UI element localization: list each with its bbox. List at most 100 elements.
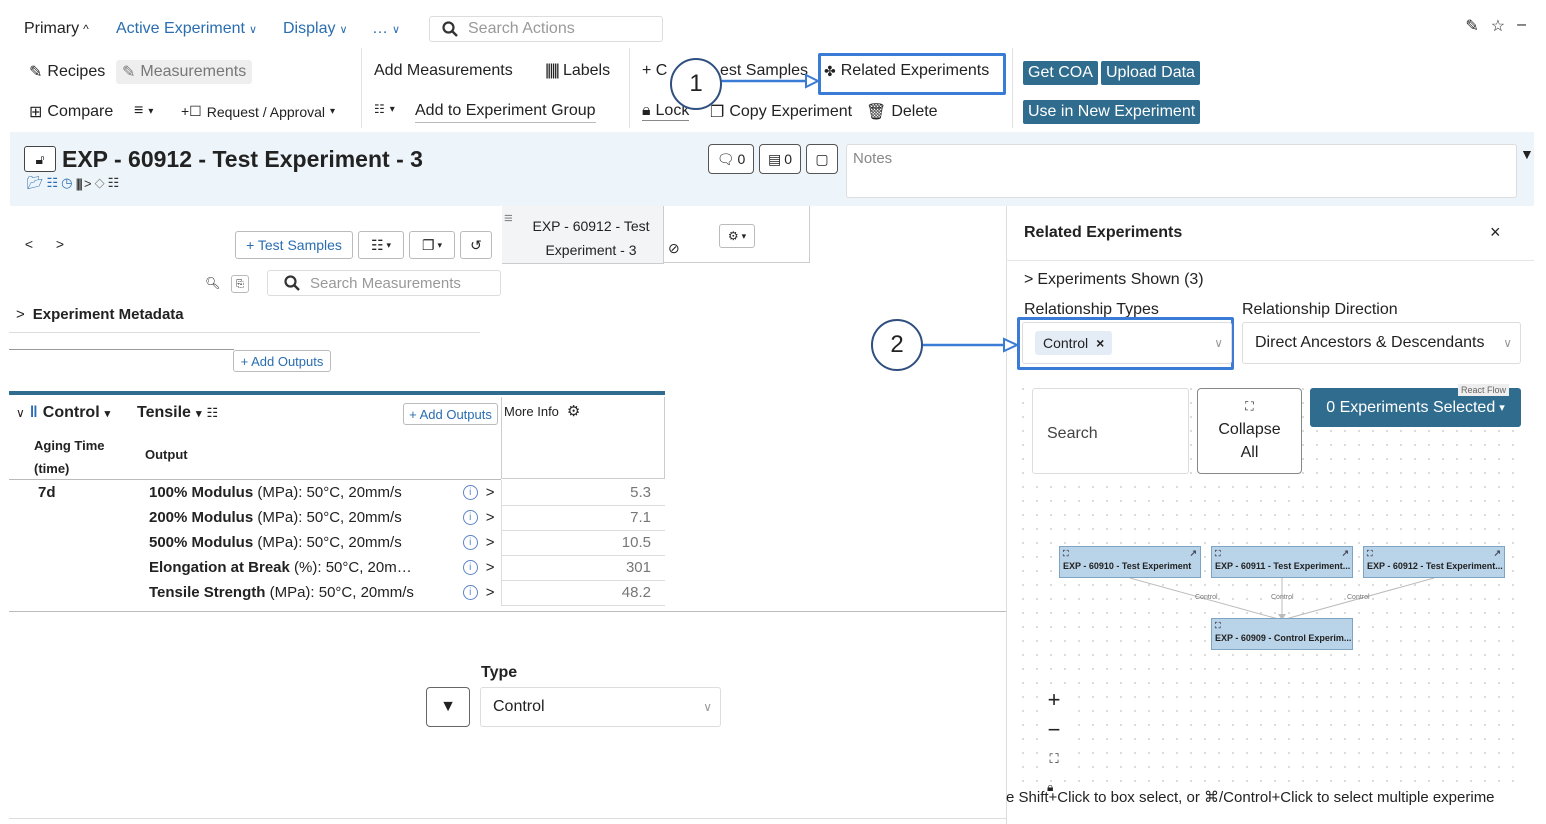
copy-icon: ❐ <box>710 104 725 121</box>
chevron-right-icon[interactable]: > <box>486 484 495 501</box>
menu-more[interactable]: … ∨ <box>372 20 400 38</box>
pin-icon[interactable]: ▼ <box>1520 146 1534 162</box>
hierarchy-icon[interactable]: ☷ <box>108 175 120 191</box>
expand-icon[interactable]: ⛶ <box>1367 549 1373 559</box>
flow-node[interactable]: ⛶ ↗ EXP - 60911 - Test Experiment... <box>1211 546 1353 578</box>
measurement-value[interactable]: 10.5 <box>500 530 665 556</box>
aging-cell <box>9 580 145 605</box>
use-in-new-experiment-button[interactable]: Use in New Experiment <box>1023 100 1201 124</box>
control-dropdown[interactable]: ∨ ‖ Control ▾ <box>16 404 110 422</box>
folder-icon[interactable]: 📂︎ <box>27 175 44 191</box>
search-actions-input[interactable]: Search Actions <box>429 16 663 42</box>
info-icon[interactable]: i <box>462 510 478 525</box>
unlock-button[interactable]: 🔓︎ <box>24 146 56 172</box>
info-icon[interactable]: i <box>462 535 478 550</box>
copy-dropdown[interactable]: ❐ ▾ <box>409 231 455 259</box>
prev-button[interactable]: < <box>17 231 41 257</box>
info-icon[interactable]: i <box>462 560 478 575</box>
flow-node[interactable]: ⛶ ↗ EXP - 60912 - Test Experiment... <box>1363 546 1505 578</box>
flow-search-input[interactable]: Search <box>1032 388 1189 474</box>
flow-node[interactable]: ⛶ ↗ EXP - 60910 - Test Experiment <box>1059 546 1201 578</box>
chip-remove-icon[interactable]: × <box>1096 335 1104 351</box>
tag-icon[interactable]: ◇ <box>95 175 105 191</box>
output-cell: 100% Modulus (MPa): 50°C, 20mm/s i > <box>145 480 501 505</box>
related-experiments-button[interactable]: ✤ Related Experiments <box>824 62 989 80</box>
collapse-all-button[interactable]: ⛶ Collapse All <box>1197 388 1302 474</box>
expand-icon[interactable]: ⛶ <box>1063 549 1069 559</box>
create-test-samples-button[interactable]: + C <box>642 62 667 80</box>
menu-primary[interactable]: Primary ^ <box>24 20 89 38</box>
clipboard-button[interactable]: ⎘ <box>231 275 249 293</box>
zoom-out-button[interactable]: − <box>1040 716 1068 744</box>
measurement-value[interactable]: 7.1 <box>500 505 665 531</box>
notes-field[interactable]: Notes <box>846 144 1517 198</box>
experiment-metadata-toggle[interactable]: > Experiment Metadata <box>16 306 184 323</box>
measurements-button[interactable]: ✎ Measurements <box>116 60 253 84</box>
measurement-value[interactable]: 5.3 <box>500 480 665 506</box>
hierarchy-dropdown[interactable]: ☷ ▾ <box>358 231 404 259</box>
add-measurements-button[interactable]: Add Measurements <box>374 62 513 80</box>
info-icon[interactable]: i <box>462 485 478 500</box>
list-sort-dropdown[interactable]: ≡ ▾ <box>134 102 153 120</box>
undo-button[interactable]: ↺ <box>460 231 492 259</box>
star-icon[interactable]: ☆ <box>1491 16 1505 36</box>
flow-node[interactable]: ⛶ EXP - 60909 - Control Experim... <box>1211 618 1353 650</box>
experiment-column-header[interactable]: ≡ EXP - 60912 - Test Experiment - 3 <box>502 206 664 264</box>
expand-icon[interactable]: ⛶ <box>1215 621 1221 631</box>
column-settings-dropdown[interactable]: ⚙︎ ▾ <box>719 224 755 248</box>
pencil-icon[interactable]: ✎ <box>1465 16 1478 36</box>
chevron-right-icon[interactable]: > <box>486 534 495 551</box>
experiments-shown-toggle[interactable]: > Experiments Shown (3) <box>1024 271 1204 289</box>
hide-column-icon[interactable]: ⊘ <box>668 240 680 257</box>
drag-handle-icon[interactable]: ≡ <box>504 210 513 227</box>
barcode-icon[interactable]: |||| <box>76 176 83 191</box>
experiment-group-dropdown[interactable]: ☷ ▾ <box>374 102 395 116</box>
external-link-icon[interactable]: ↗ <box>1341 548 1349 559</box>
divider <box>9 611 1006 612</box>
search-icon[interactable]: 🔍︎ <box>205 276 220 290</box>
document-icon[interactable]: ☷ <box>47 175 59 191</box>
filter-button[interactable]: ▼ <box>426 687 470 727</box>
labels-button[interactable]: |||||| Labels <box>545 62 610 80</box>
request-approval-button[interactable]: +☐ Request / Approval ▾ <box>181 103 335 120</box>
sticky-note-button[interactable]: ▢ <box>806 144 838 174</box>
menu-display[interactable]: Display ∨ <box>283 20 348 38</box>
expand-icon[interactable]: ⛶ <box>1215 549 1221 559</box>
external-link-icon[interactable]: ↗ <box>1493 548 1501 559</box>
chevron-right-icon[interactable]: > <box>486 559 495 576</box>
more-info-header[interactable]: More Info ⚙︎ <box>504 402 580 420</box>
caret-down-icon: ▾ <box>741 230 747 241</box>
chevron-right-icon[interactable]: > <box>486 509 495 526</box>
compare-button[interactable]: ⊞ Compare <box>29 102 113 122</box>
next-button[interactable]: > <box>48 231 72 257</box>
external-link-icon[interactable]: ↗ <box>1189 548 1197 559</box>
search-measurements-input[interactable]: Search Measurements <box>267 270 501 296</box>
delete-button[interactable]: 🗑︎ Delete <box>866 102 938 122</box>
add-to-experiment-group-button[interactable]: Add to Experiment Group <box>415 102 596 123</box>
relationship-direction-select[interactable]: Direct Ancestors & Descendants ∨ <box>1242 322 1521 364</box>
upload-data-button[interactable]: Upload Data <box>1101 61 1200 85</box>
chevron-right-icon[interactable]: > <box>486 584 495 601</box>
zoom-in-button[interactable]: + <box>1040 686 1068 714</box>
info-icon[interactable]: i <box>462 585 478 600</box>
add-test-samples-button[interactable]: + Test Samples <box>235 231 353 259</box>
tasks-button[interactable]: ▤ 0 <box>759 144 801 174</box>
comments-button[interactable]: 🗨︎ 0 <box>708 144 754 174</box>
get-coa-button[interactable]: Get COA <box>1023 61 1098 85</box>
copy-experiment-button[interactable]: ❐ Copy Experiment <box>710 102 852 122</box>
type-select[interactable]: Control ∨ <box>480 687 721 727</box>
output-cell: 500% Modulus (MPa): 50°C, 20mm/s i > <box>145 530 501 555</box>
edge-label: Control <box>1271 594 1294 601</box>
relationship-types-select[interactable]: Control × ∨ <box>1022 322 1232 364</box>
measurement-value[interactable]: 301 <box>500 555 665 581</box>
measurement-value[interactable]: 48.2 <box>500 580 665 606</box>
recipes-button[interactable]: ✎ Recipes <box>29 62 105 82</box>
clock-icon[interactable]: ◷ <box>61 175 72 191</box>
close-icon[interactable]: × <box>1490 222 1501 243</box>
add-outputs-button[interactable]: + Add Outputs <box>233 350 331 372</box>
add-outputs-button-2[interactable]: + Add Outputs <box>403 403 498 425</box>
tensile-dropdown[interactable]: Tensile ▾ ☷ <box>137 404 218 422</box>
menu-active-experiment[interactable]: Active Experiment ∨ <box>116 20 257 38</box>
minimize-icon[interactable]: – <box>1517 16 1526 36</box>
fit-view-button[interactable]: ⛶ <box>1040 745 1068 773</box>
